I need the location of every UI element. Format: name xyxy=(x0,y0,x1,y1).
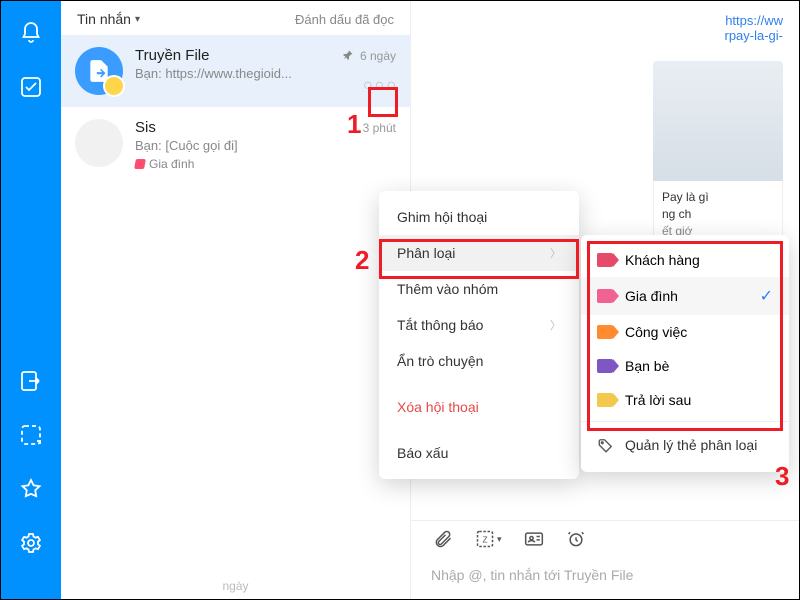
svg-text:Z: Z xyxy=(482,534,487,544)
tag-icon xyxy=(597,359,613,373)
chat-input-area: Z▾ Nhập @, tin nhắn tới Truyền File xyxy=(411,520,799,599)
conversation-list: Tin nhắn ▾ Đánh dấu đã đọc Truyền File 6… xyxy=(61,1,411,599)
manage-tags-button[interactable]: Quản lý thẻ phân loại xyxy=(581,426,789,464)
star-icon[interactable] xyxy=(17,475,45,503)
list-header: Tin nhắn ▾ Đánh dấu đã đọc xyxy=(61,1,410,35)
conversation-time: 6 ngày xyxy=(342,49,396,63)
gear-icon[interactable] xyxy=(17,529,45,557)
chevron-right-icon: 〉 xyxy=(550,317,561,333)
list-title[interactable]: Tin nhắn xyxy=(77,11,131,27)
mark-read-button[interactable]: Đánh dấu đã đọc xyxy=(295,12,394,27)
ctx-report[interactable]: Báo xấu xyxy=(379,435,579,471)
dashed-square-icon[interactable] xyxy=(17,421,45,449)
preview-image xyxy=(653,61,783,181)
day-marker: ngày xyxy=(61,573,410,599)
conversation-tag: Gia đình xyxy=(135,157,396,171)
bell-icon[interactable] xyxy=(17,19,45,47)
attachment-icon[interactable] xyxy=(433,529,453,549)
category-item[interactable]: Khách hàng xyxy=(581,243,789,277)
more-options-icon[interactable]: ○○○ xyxy=(363,77,398,95)
conversation-time: 3 phút xyxy=(363,121,396,135)
export-icon[interactable] xyxy=(17,367,45,395)
conversation-preview: Bạn: [Cuộc gọi đi] xyxy=(135,138,396,153)
chat-link[interactable]: https://wwrpay-la-gi- xyxy=(411,1,799,43)
message-input[interactable]: Nhập @, tin nhắn tới Truyền File xyxy=(427,559,783,591)
avatar xyxy=(75,47,123,95)
chevron-down-icon[interactable]: ▾ xyxy=(135,14,140,25)
left-nav-rail xyxy=(1,1,61,599)
alarm-icon[interactable] xyxy=(566,529,586,549)
category-item[interactable]: Gia đình ✓ xyxy=(581,277,789,315)
chevron-right-icon: 〉 xyxy=(550,245,561,261)
pin-icon xyxy=(342,50,354,62)
conversation-preview: Bạn: https://www.thegioid... xyxy=(135,66,396,81)
ctx-add-group[interactable]: Thêm vào nhóm xyxy=(379,271,579,307)
tag-icon xyxy=(597,325,613,339)
category-item[interactable]: Bạn bè xyxy=(581,349,789,383)
check-icon: ✓ xyxy=(760,286,773,306)
ctx-delete[interactable]: Xóa hội thoại xyxy=(379,389,579,425)
tag-icon xyxy=(134,159,146,169)
tag-icon xyxy=(597,289,613,303)
conversation-name: Truyền File xyxy=(135,47,209,64)
conversation-item[interactable]: Sis 3 phút Bạn: [Cuộc gọi đi] Gia đình xyxy=(61,107,410,183)
category-item[interactable]: Công việc xyxy=(581,315,789,349)
avatar xyxy=(75,119,123,167)
screenshot-icon[interactable]: Z▾ xyxy=(475,529,502,549)
tag-gear-icon xyxy=(597,436,615,454)
tag-icon xyxy=(597,253,613,267)
conversation-name: Sis xyxy=(135,119,156,136)
contact-card-icon[interactable] xyxy=(524,529,544,549)
ctx-classify[interactable]: Phân loại 〉 xyxy=(379,235,579,271)
tag-icon xyxy=(597,393,613,407)
category-submenu: Khách hàng Gia đình ✓ Công việc Bạn bè T… xyxy=(581,235,789,472)
category-item[interactable]: Trả lời sau xyxy=(581,383,789,417)
checkbox-icon[interactable] xyxy=(17,73,45,101)
context-menu: Ghim hội thoại Phân loại 〉 Thêm vào nhóm… xyxy=(379,191,579,479)
input-toolbar: Z▾ xyxy=(427,529,783,549)
ctx-mute[interactable]: Tắt thông báo 〉 xyxy=(379,307,579,343)
conversation-item[interactable]: Truyền File 6 ngày Bạn: https://www.theg… xyxy=(61,35,410,107)
ctx-hide[interactable]: Ẩn trò chuyện xyxy=(379,343,579,379)
ctx-pin[interactable]: Ghim hội thoại xyxy=(379,199,579,235)
